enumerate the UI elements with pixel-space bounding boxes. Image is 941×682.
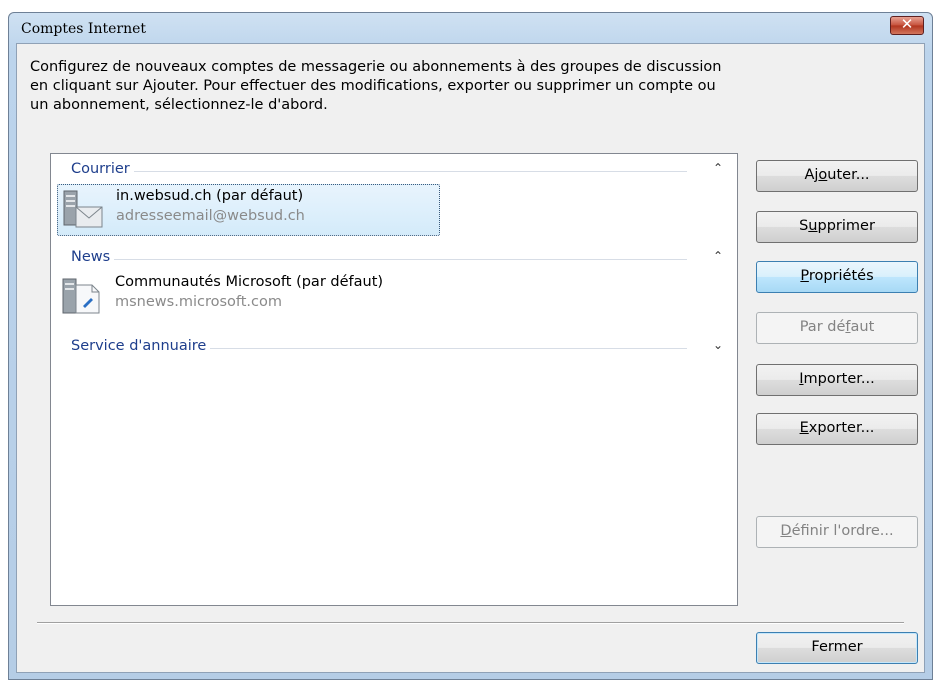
instructions-text: Configurez de nouveaux comptes de messag… [30,59,722,113]
account-name: in.websud.ch (par défaut) [116,188,304,204]
close-icon: ✕ [900,15,914,33]
set-default-button[interactable]: Par défaut [756,312,918,344]
news-server-icon [62,278,100,314]
import-button[interactable]: Importer... [756,364,918,396]
accounts-list[interactable]: Courrier ⌃ in.websud.ch (par défaut) adr… [50,153,738,606]
window-title: Comptes Internet [21,21,147,37]
account-item-news[interactable]: Communautés Microsoft (par défaut) msnew… [57,271,440,323]
set-order-button[interactable]: Définir l'ordre... [756,516,918,548]
collapse-chevron-icon[interactable]: ⌃ [711,161,725,175]
group-label-directory: Service d'annuaire [71,338,211,354]
export-button[interactable]: Exporter... [756,413,918,445]
account-address: adresseemail@websud.ch [116,208,305,224]
group-header-directory[interactable]: Service d'annuaire ⌄ [71,338,725,358]
add-button[interactable]: Ajouter... [756,160,918,192]
close-button[interactable]: Fermer [756,632,918,664]
group-header-news[interactable]: News ⌃ [71,249,725,269]
remove-button[interactable]: Supprimer [756,211,918,243]
properties-button[interactable]: Propriétés [756,261,918,293]
account-item-mail[interactable]: in.websud.ch (par défaut) adresseemail@w… [57,184,440,236]
collapse-chevron-icon[interactable]: ⌃ [711,249,725,263]
title-bar[interactable]: Comptes Internet ✕ [9,13,932,43]
account-name: Communautés Microsoft (par défaut) [115,274,384,290]
close-window-button[interactable]: ✕ [890,15,924,35]
group-divider [71,171,687,172]
dialog-window: Comptes Internet ✕ Configurez de nouveau… [8,12,933,680]
group-header-courrier[interactable]: Courrier ⌃ [71,161,725,181]
group-label-news: News [71,249,115,265]
group-label-courrier: Courrier [71,161,134,177]
dialog-client-area: Configurez de nouveaux comptes de messag… [16,43,925,673]
mail-account-icon [63,190,103,228]
group-divider [71,259,687,260]
footer-separator [37,622,904,624]
account-address: msnews.microsoft.com [115,294,282,310]
expand-chevron-icon[interactable]: ⌄ [711,338,725,352]
